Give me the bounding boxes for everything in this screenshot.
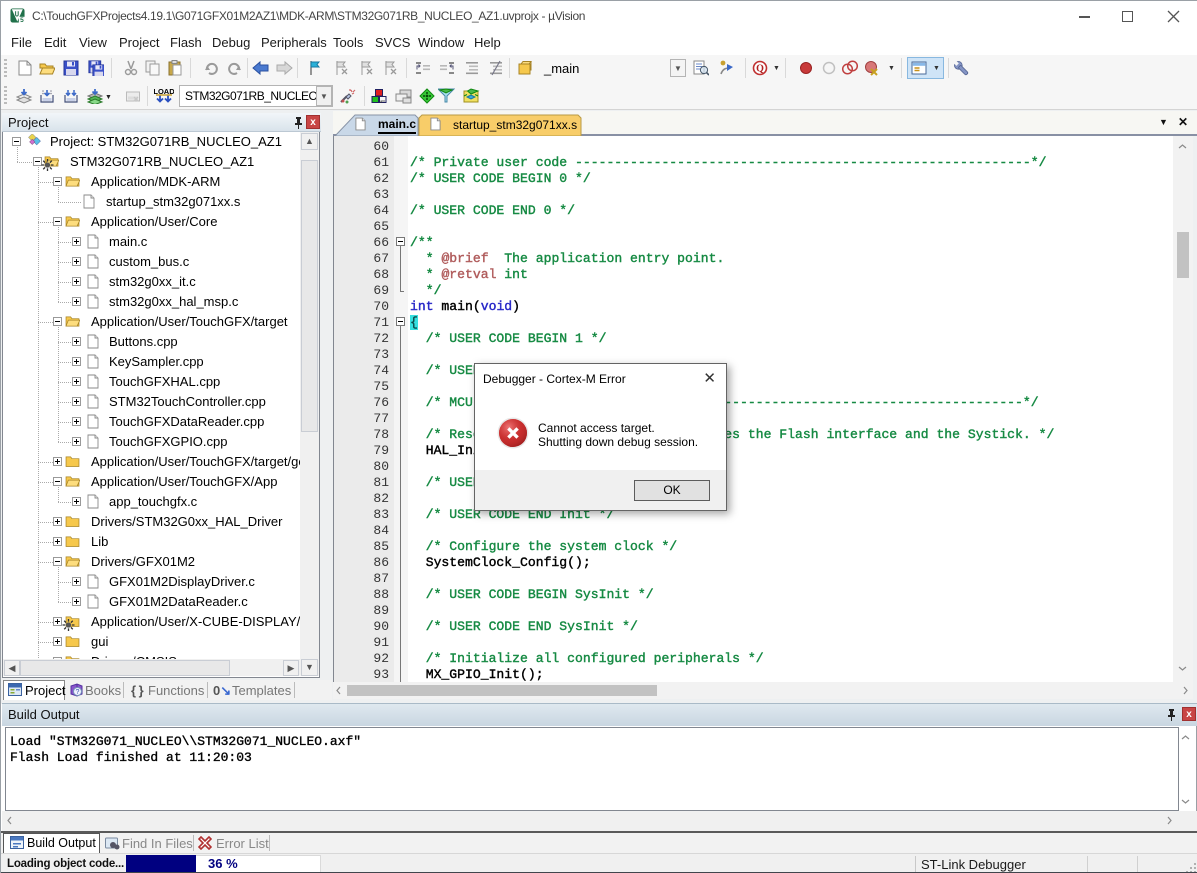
svg-text:?: ? bbox=[76, 689, 80, 696]
svg-text:5: 5 bbox=[20, 17, 24, 23]
svg-text:Q: Q bbox=[756, 64, 764, 75]
